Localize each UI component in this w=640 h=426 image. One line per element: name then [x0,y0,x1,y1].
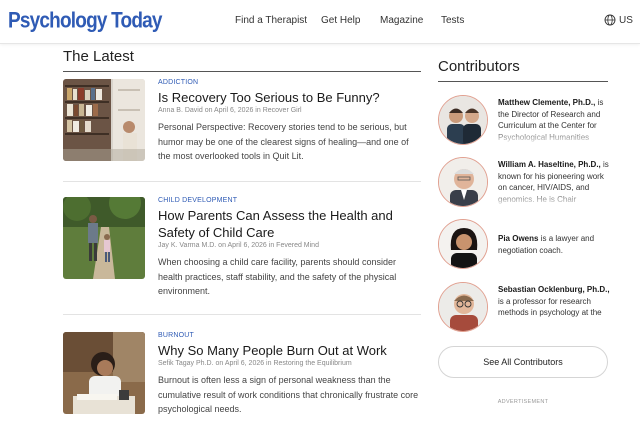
article-divider [63,181,421,182]
contributor-avatar[interactable] [438,219,488,269]
contributor-avatar[interactable] [438,282,488,332]
article-title[interactable]: Is Recovery Too Serious to Be Funny? [158,89,422,106]
nav-get-help[interactable]: Get Help [321,15,360,26]
article-thumbnail[interactable] [63,79,145,161]
article-date: on April 6, 2026 in [204,107,261,114]
contributor-item[interactable]: Pia Owens is a lawyer and negotiation co… [438,219,610,271]
nav-tests[interactable]: Tests [441,15,464,26]
contributor-avatar[interactable] [438,157,488,207]
article-date: on April 6, 2026 in [215,360,272,367]
article-blog[interactable]: Restoring the Equilibrium [273,360,351,367]
contributor-name[interactable]: William A. Haseltine, Ph.D., [498,160,601,169]
article-body: ADDICTION Is Recovery Too Serious to Be … [158,79,422,164]
contributor-name[interactable]: Pia Owens [498,234,538,243]
article-thumbnail[interactable] [63,332,145,414]
locale-selector[interactable]: US [604,14,633,26]
nav-find-therapist[interactable]: Find a Therapist [235,15,307,26]
article-byline: Anna B. David on April 6, 2026 in Recove… [158,107,422,114]
article-author[interactable]: Sefik Tagay Ph.D. [158,360,214,367]
contributor-avatar[interactable] [438,95,488,145]
advertisement-label: ADVERTISEMENT [497,399,549,405]
contributor-desc: is a professor for research methods in p… [498,296,602,318]
article-divider [63,314,421,315]
site-header: Psychology Today Find a Therapist Get He… [0,0,640,44]
contributor-text: Pia Owens is a lawyer and negotiation co… [498,233,610,279]
article-title[interactable]: Why So Many People Burn Out at Work [158,342,422,359]
contributor-name[interactable]: Matthew Clemente, Ph.D., [498,98,595,107]
article-category[interactable]: BURNOUT [158,332,422,339]
article-author[interactable]: Jay K. Varma M.D. [158,242,216,249]
nav-magazine[interactable]: Magazine [380,15,423,26]
contributor-item[interactable]: Matthew Clemente, Ph.D., is the Director… [438,95,610,147]
article-author[interactable]: Anna B. David [158,107,203,114]
article-thumbnail[interactable] [63,197,145,279]
article-byline: Jay K. Varma M.D. on April 6, 2026 in Fe… [158,242,422,249]
latest-divider [63,71,421,72]
see-all-contributors-button[interactable]: See All Contributors [438,346,608,378]
article-body: BURNOUT Why So Many People Burn Out at W… [158,332,422,417]
article-body: CHILD DEVELOPMENT How Parents Can Assess… [158,197,422,299]
site-logo[interactable]: Psychology Today [8,9,162,34]
article-byline: Sefik Tagay Ph.D. on April 6, 2026 in Re… [158,360,422,367]
article-card: BURNOUT Why So Many People Burn Out at W… [63,332,421,420]
article-category[interactable]: ADDICTION [158,79,422,86]
contributors-heading: Contributors [438,58,520,75]
article-blog[interactable]: Recover Girl [263,107,302,114]
latest-heading: The Latest [63,48,134,65]
contributor-name[interactable]: Sebastian Ocklenburg, Ph.D., [498,285,610,294]
article-title[interactable]: How Parents Can Assess the Health and Sa… [158,207,422,241]
globe-icon [604,14,616,26]
article-teaser: When choosing a child care facility, par… [158,257,397,296]
article-category[interactable]: CHILD DEVELOPMENT [158,197,422,204]
contributors-divider [438,81,608,82]
article-teaser: Personal Perspective: Recovery stories t… [158,122,409,161]
article-card: CHILD DEVELOPMENT How Parents Can Assess… [63,197,421,297]
article-card: ADDICTION Is Recovery Too Serious to Be … [63,79,421,169]
article-teaser: Burnout is often less a sign of personal… [158,375,419,414]
locale-label: US [619,14,633,26]
contributor-item[interactable]: Sebastian Ocklenburg, Ph.D., is a profes… [438,282,610,334]
article-date: on April 6, 2026 in [218,242,275,249]
contributor-item[interactable]: William A. Haseltine, Ph.D., is known fo… [438,157,610,209]
article-blog[interactable]: Fevered Mind [276,242,319,249]
